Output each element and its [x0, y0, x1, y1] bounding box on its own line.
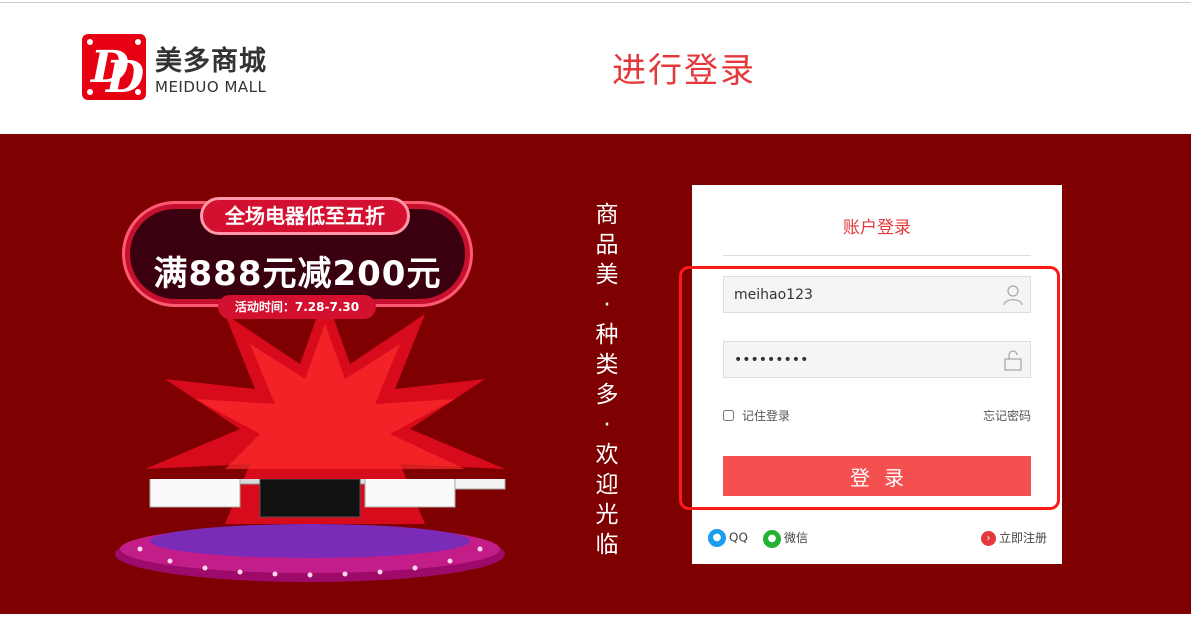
slogan-char: 迎: [595, 472, 619, 498]
wechat-label: 微信: [784, 531, 809, 545]
slogan-char: 种: [595, 322, 619, 348]
register-link[interactable]: › 立即注册: [980, 529, 1047, 546]
promo-offer: 满888元减200元: [153, 254, 442, 294]
slogan-char: 多: [595, 382, 619, 408]
highlight-box: [679, 266, 1060, 510]
wechat-icon: ●: [763, 529, 781, 548]
qq-label: QQ: [729, 530, 748, 545]
qq-login-link[interactable]: ● QQ: [708, 529, 748, 547]
vertical-slogan: 商 品 美 · 种 类 多 · 欢 迎 光 临: [594, 200, 620, 560]
promo-headline: 全场电器低至五折: [200, 197, 410, 235]
divider: [723, 255, 1031, 256]
login-form-title: 账户登录: [843, 218, 911, 238]
slogan-char: ·: [603, 412, 611, 438]
register-label: 立即注册: [998, 531, 1047, 545]
slogan-char: 欢: [595, 442, 619, 468]
slogan-char: 商: [595, 202, 619, 228]
promo-date: 活动时间：7.28-7.30: [218, 295, 376, 319]
promo-image: 全场电器低至五折 满888元减200元 活动时间：7.28-7.30: [100, 184, 530, 604]
wechat-login-link[interactable]: ● 微信: [763, 529, 808, 548]
page-title: 进行登录: [612, 51, 756, 91]
slogan-char: 类: [595, 352, 619, 378]
slogan-char: 临: [595, 532, 619, 558]
appliance-display-graphic: [115, 479, 506, 582]
slogan-char: 美: [595, 262, 619, 288]
header: DD 美多商城 MEIDUO MALL 进行登录: [0, 3, 1191, 134]
slogan-char: 品: [595, 232, 619, 258]
slogan-char: ·: [603, 292, 611, 318]
logo-chinese-name[interactable]: 美多商城: [155, 39, 267, 78]
logo-english-name[interactable]: MEIDUO MALL: [155, 78, 266, 96]
meiduo-logo-icon[interactable]: DD: [82, 34, 146, 103]
arrow-right-icon: ›: [980, 531, 996, 546]
bottom-border: [0, 614, 1191, 619]
slogan-char: 光: [595, 502, 619, 528]
qq-icon: ●: [708, 529, 726, 547]
